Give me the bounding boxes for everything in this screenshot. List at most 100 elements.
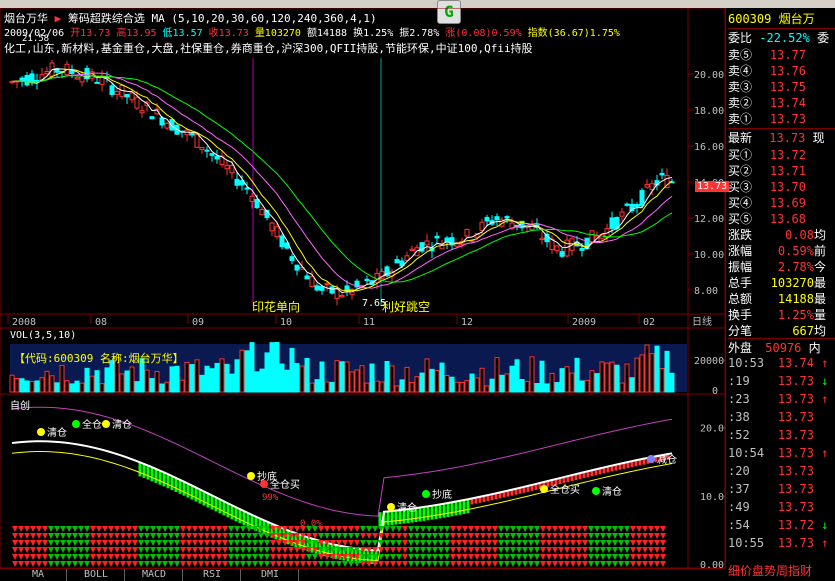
signal-marker [260,480,268,488]
tick-row[interactable]: 10:55 13.73 ↑ [728,536,835,552]
tick-price: 13.73 [777,482,814,496]
volume-bar [369,363,375,393]
strip-triangle [180,547,186,553]
stat-row[interactable]: 涨跌 0.08均 [728,226,835,242]
strip-triangle [468,561,474,567]
volume-bar [579,380,585,393]
strip-triangle [78,533,84,539]
tick-row[interactable]: :54 13.72 ↓ [728,518,835,534]
strip-triangle [408,554,414,560]
tab-ma[interactable]: MA [10,569,67,581]
tick-row[interactable]: 10:53 13.74 ↑ [728,356,835,372]
tick-row[interactable]: :38 13.73 [728,410,835,426]
strip-triangle [156,561,162,567]
buy-level-row[interactable]: 买① 13.72 [728,146,835,162]
strip-triangle [438,554,444,560]
chart-header-line2: 2009/02/06 开13.73 高13.95 低13.57 收13.73 量… [4,24,620,39]
strip-triangle [474,533,480,539]
strip-triangle [360,540,366,546]
tick-row[interactable]: :37 13.73 [728,482,835,498]
tick-row[interactable]: :52 13.73 [728,428,835,444]
candle-body [559,251,565,257]
stat-row[interactable]: 涨幅 0.59%前 [728,242,835,258]
strip-triangle [168,526,174,532]
sell-level-row[interactable]: 卖① 13.73 [728,110,835,126]
sell-level-row[interactable]: 卖② 13.74 [728,94,835,110]
strip-triangle [396,561,402,567]
strip-triangle [546,561,552,567]
strip-triangle [546,554,552,560]
buy-level-price: 13.69 [769,196,806,210]
strip-triangle [462,540,468,546]
sell-level-price: 13.73 [769,112,806,126]
strip-triangle [234,547,240,553]
sell-level-row[interactable]: 卖④ 13.76 [728,62,835,78]
volume-bar [314,379,320,393]
strip-triangle [24,526,30,532]
tick-row[interactable]: :20 13.73 [728,464,835,480]
strip-triangle [246,533,252,539]
strip-triangle [498,554,504,560]
strip-triangle [426,561,432,567]
buy-level-row[interactable]: 买③ 13.70 [728,178,835,194]
tick-row[interactable]: :23 13.73 ↑ [728,392,835,408]
stat-row[interactable]: 换手 1.25%量 [728,306,835,322]
volume-bar [409,381,415,393]
strip-triangle [180,554,186,560]
strip-triangle [654,540,660,546]
volume-bar [479,367,485,393]
stat-row[interactable]: 振幅 2.78%今 [728,258,835,274]
volume-bar [204,365,210,393]
tick-row[interactable]: :19 13.73 ↓ [728,374,835,390]
tick-row[interactable]: :49 13.73 [728,500,835,516]
strip-triangle [456,540,462,546]
buy-level-row[interactable]: 买② 13.71 [728,162,835,178]
stat-row[interactable]: 总手 103270最 [728,274,835,290]
strip-triangle [258,561,264,567]
strip-triangle [468,526,474,532]
annotation-gap-up: 利好跳空 [382,300,431,314]
strip-triangle [60,540,66,546]
price-chart[interactable]: 20.0018.0016.0014.0012.0010.008.00200808… [0,8,725,568]
strip-triangle [318,561,324,567]
tick-row[interactable]: 10:54 13.73 ↑ [728,446,835,462]
strip-triangle [624,554,630,560]
stat-row[interactable]: 总额 14188最 [728,290,835,306]
strip-triangle [366,540,372,546]
volume-bar [589,370,595,393]
strip-triangle [120,540,126,546]
buy-level-row[interactable]: 买④ 13.69 [728,194,835,210]
buy-level-label: 买③ [728,180,753,194]
strip-triangle [96,540,102,546]
candle-body [494,216,500,221]
sell-level-row[interactable]: 卖③ 13.75 [728,78,835,94]
strip-triangle [396,554,402,560]
signal-label: 减仓 [657,453,677,466]
strip-triangle [54,533,60,539]
chart-area[interactable]: 20.0018.0016.0014.0012.0010.008.00200808… [0,8,726,568]
strip-triangle [72,540,78,546]
tab-dmi[interactable]: DMI [242,569,299,581]
volume-bar [564,366,570,393]
tab-macd[interactable]: MACD [126,569,183,581]
strip-triangle [48,533,54,539]
strip-triangle [510,554,516,560]
strip-triangle [588,533,594,539]
strip-triangle [648,547,654,553]
strip-triangle [378,561,384,567]
volume-bar [229,373,235,393]
tab-rsi[interactable]: RSI [184,569,241,581]
strip-triangle [510,533,516,539]
strip-triangle [540,533,546,539]
strip-triangle [18,547,24,553]
tab-boll[interactable]: BOLL [68,569,125,581]
strip-triangle [264,547,270,553]
strip-triangle [144,547,150,553]
buy-level-row[interactable]: 买⑤ 13.68 [728,210,835,226]
sell-level-row[interactable]: 卖⑤ 13.77 [728,46,835,62]
strip-triangle [126,561,132,567]
quote-bottom-tabs[interactable]: 细价盘势周指财 [728,562,835,578]
stat-row[interactable]: 分笔 667均 [728,322,835,338]
volume-bar [474,377,480,393]
wei-bi-value: -22.52% [759,31,810,45]
